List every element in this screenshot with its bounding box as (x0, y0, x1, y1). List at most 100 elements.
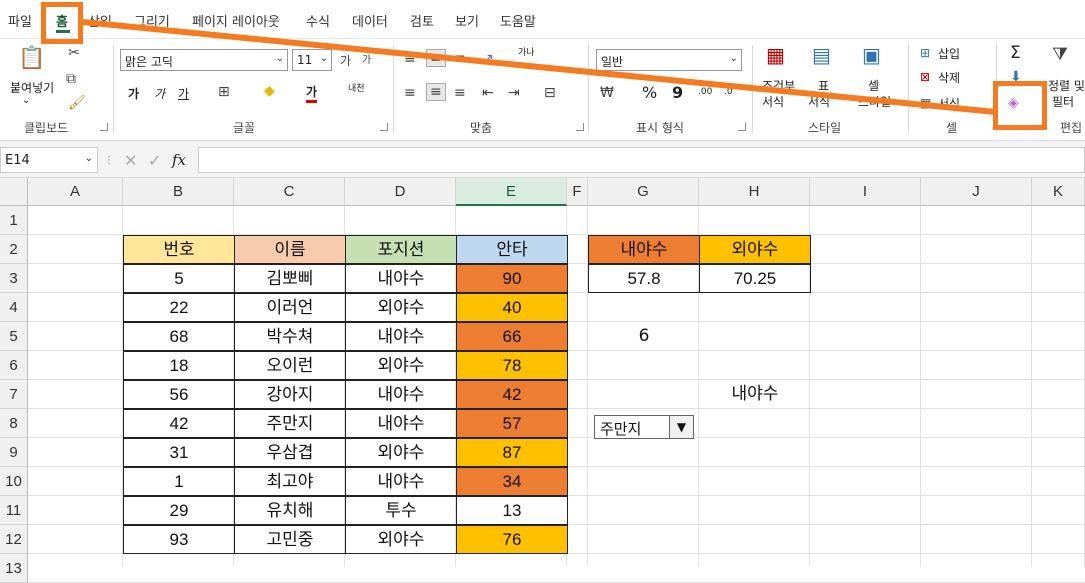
table-cell-position[interactable]: 내야수 (345, 409, 457, 438)
table-cell-number[interactable]: 31 (123, 438, 235, 467)
table-cell-number[interactable]: 93 (123, 525, 235, 554)
table-cell-hits[interactable]: 40 (456, 293, 568, 322)
cell-g5[interactable]: 6 (588, 322, 700, 351)
alignment-launcher-icon[interactable] (576, 123, 584, 131)
table-cell-position[interactable]: 내야수 (345, 467, 457, 496)
select-all-corner[interactable] (0, 178, 28, 206)
insert-cells-button[interactable]: 삽입 (938, 45, 960, 62)
underline-button[interactable]: 가 (178, 85, 189, 102)
cancel-icon[interactable]: ✕ (124, 151, 137, 170)
table-cell-number[interactable]: 5 (123, 264, 235, 293)
table-cell-name[interactable]: 최고야 (234, 467, 346, 496)
table-cell-name[interactable]: 이러언 (234, 293, 346, 322)
table-cell-position[interactable]: 외야수 (345, 293, 457, 322)
increase-decimal-button[interactable]: .00 (698, 87, 712, 97)
decrease-decimal-button[interactable]: .0 (724, 87, 733, 97)
table-cell-hits[interactable]: 90 (456, 264, 568, 293)
column-header-g[interactable]: G (588, 178, 699, 206)
paste-dropdown-icon[interactable]: ⌄ (22, 95, 30, 106)
table-cell-hits[interactable]: 13 (456, 496, 568, 525)
row-header-4[interactable]: 4 (0, 293, 28, 322)
table-cell-number[interactable]: 42 (123, 409, 235, 438)
format-as-table-button-line2[interactable]: 서식 (808, 93, 830, 110)
fill-color-icon[interactable]: ◆ (264, 83, 275, 99)
increase-font-icon[interactable]: 가 (340, 53, 351, 69)
cell-styles-icon[interactable]: ▣ (862, 45, 881, 65)
column-header-f[interactable]: F (567, 178, 588, 206)
table-cell-name[interactable]: 유치해 (234, 496, 346, 525)
increase-indent-icon[interactable]: ⇥ (508, 85, 520, 101)
table-cell-hits[interactable]: 78 (456, 351, 568, 380)
decrease-indent-icon[interactable]: ⇤ (482, 85, 494, 101)
table-cell-number[interactable]: 1 (123, 467, 235, 496)
number-format-select[interactable]: 일반 ⌄ (596, 49, 742, 71)
sort-filter-icon[interactable]: ⧩ (1052, 46, 1068, 64)
column-header-j[interactable]: J (921, 178, 1032, 206)
table-cell-hits[interactable]: 87 (456, 438, 568, 467)
delete-cells-icon[interactable]: ⊠ (920, 69, 930, 85)
cell-h7[interactable]: 내야수 (699, 380, 811, 409)
italic-button[interactable]: 가 (154, 85, 165, 102)
column-header-c[interactable]: C (234, 178, 345, 206)
delete-cells-button[interactable]: 삭제 (938, 69, 960, 86)
name-box[interactable]: E14 ⌄ (0, 147, 98, 173)
font-size-select[interactable]: 11 ⌄ (292, 49, 332, 71)
more-options-icon[interactable]: ⋮ (104, 155, 114, 166)
table-cell-hits[interactable]: 42 (456, 380, 568, 409)
table-cell-position[interactable]: 투수 (345, 496, 457, 525)
conditional-format-icon[interactable]: ▦ (766, 45, 785, 65)
align-right-icon[interactable]: ≡ (454, 85, 466, 101)
table-cell-position[interactable]: 내야수 (345, 264, 457, 293)
player-combo-box[interactable]: 주만지 ▼ (594, 415, 694, 439)
format-as-table-icon[interactable]: ▤ (812, 45, 831, 65)
summary-header-cell[interactable]: 내야수 (588, 235, 700, 264)
tab-data[interactable]: 데이터 (352, 11, 388, 30)
table-cell-position[interactable]: 외야수 (345, 438, 457, 467)
table-cell-hits[interactable]: 34 (456, 467, 568, 496)
table-cell-number[interactable]: 18 (123, 351, 235, 380)
merge-center-icon[interactable]: ⊟ (544, 85, 556, 101)
row-header-2[interactable]: 2 (0, 235, 28, 264)
font-name-select[interactable]: 맑은 고딕 ⌄ (120, 49, 288, 71)
align-center-icon[interactable]: ≡ (426, 83, 446, 101)
table-cell-number[interactable]: 29 (123, 496, 235, 525)
column-header-h[interactable]: H (699, 178, 810, 206)
row-header-9[interactable]: 9 (0, 438, 28, 467)
summary-value-cell[interactable]: 57.8 (588, 264, 700, 293)
table-cell-number[interactable]: 22 (123, 293, 235, 322)
row-header-1[interactable]: 1 (0, 206, 28, 235)
align-left-icon[interactable]: ≡ (404, 85, 416, 101)
format-cells-button[interactable]: 서식 (938, 95, 960, 112)
table-cell-position[interactable]: 외야수 (345, 351, 457, 380)
tab-file[interactable]: 파일 (8, 11, 32, 30)
combo-box-dropdown-button[interactable]: ▼ (669, 416, 693, 438)
align-top-icon[interactable]: ≡ (404, 51, 416, 67)
conditional-format-button[interactable]: 조건부 (762, 77, 795, 94)
row-header-3[interactable]: 3 (0, 264, 28, 293)
table-cell-position[interactable]: 내야수 (345, 322, 457, 351)
table-cell-name[interactable]: 오이런 (234, 351, 346, 380)
row-header-10[interactable]: 10 (0, 467, 28, 496)
row-header-11[interactable]: 11 (0, 496, 28, 525)
table-header-cell[interactable]: 번호 (123, 235, 235, 264)
tab-draw[interactable]: 그리기 (134, 11, 170, 30)
font-launcher-icon[interactable] (380, 123, 388, 131)
row-header-13[interactable]: 13 (0, 554, 28, 583)
sort-filter-button-line2[interactable]: 필터 (1052, 93, 1074, 110)
table-header-cell[interactable]: 포지션 (345, 235, 457, 264)
tab-review[interactable]: 검토 (410, 11, 434, 30)
row-header-8[interactable]: 8 (0, 409, 28, 438)
table-cell-name[interactable]: 주만지 (234, 409, 346, 438)
row-header-7[interactable]: 7 (0, 380, 28, 409)
column-header-i[interactable]: I (810, 178, 921, 206)
autosum-button[interactable]: Σ (1010, 43, 1021, 63)
column-header-a[interactable]: A (28, 178, 123, 206)
table-cell-name[interactable]: 우삼겹 (234, 438, 346, 467)
number-launcher-icon[interactable] (738, 123, 746, 131)
table-cell-hits[interactable]: 66 (456, 322, 568, 351)
paste-button[interactable]: 붙여넣기 (10, 79, 54, 96)
conditional-format-button-line2[interactable]: 서식 (762, 93, 784, 110)
orientation-icon[interactable]: ↗ (482, 51, 494, 67)
cell-styles-button-line2[interactable]: 스타일 (858, 93, 891, 110)
bold-button[interactable]: 가 (128, 85, 139, 102)
